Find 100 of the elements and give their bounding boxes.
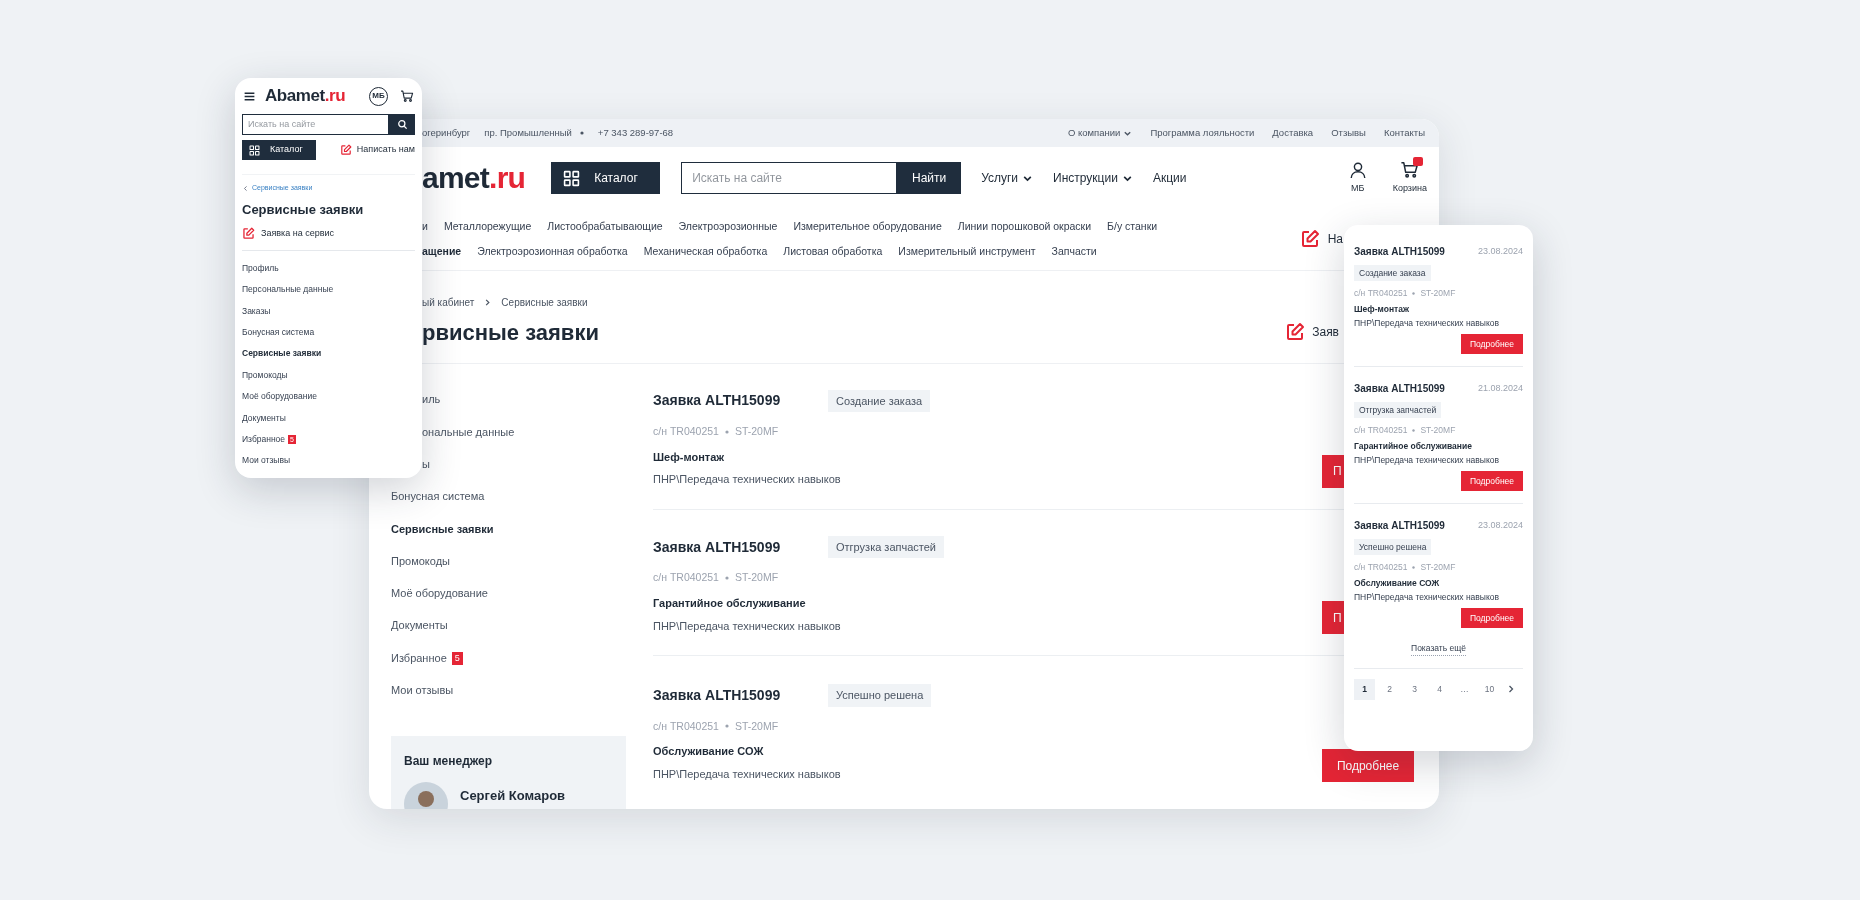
search-button[interactable] bbox=[389, 114, 415, 135]
menu-item[interactable]: Мои отзывы bbox=[242, 454, 291, 468]
request-description: ПНР\Передача технических навыков bbox=[1354, 454, 1501, 466]
top-bar-text: огеринбург bbox=[422, 125, 471, 140]
details-button[interactable]: П bbox=[1322, 601, 1344, 634]
top-bar-link[interactable]: Контакты bbox=[1383, 125, 1425, 141]
details-button[interactable]: Подробнее bbox=[1461, 471, 1523, 491]
breadcrumb-link[interactable]: ый кабинет bbox=[422, 294, 475, 310]
serial-number: с/н TR040251 bbox=[653, 718, 719, 734]
bullet-icon bbox=[724, 724, 729, 729]
category-link[interactable]: Электроэрозионная обработка bbox=[477, 243, 628, 260]
menu-item[interactable]: Избранное bbox=[242, 432, 286, 446]
menu-item[interactable]: Моё оборудование bbox=[242, 390, 317, 403]
details-button[interactable]: Подробнее bbox=[1322, 749, 1414, 783]
details-button[interactable]: Подробнее bbox=[1461, 334, 1523, 354]
category-link[interactable]: Механическая обработка bbox=[643, 243, 768, 260]
category-link[interactable]: Листовая обработка bbox=[783, 243, 883, 260]
write-us-link[interactable]: На bbox=[1299, 229, 1343, 250]
sidebar-item[interactable]: Бонусная система bbox=[391, 488, 485, 505]
sidebar-item[interactable]: Документы bbox=[391, 617, 448, 634]
menu-item[interactable]: Документы bbox=[242, 411, 286, 425]
cart-link[interactable]: Корзина bbox=[1392, 160, 1427, 196]
bullet-icon bbox=[1412, 291, 1416, 295]
menu-item[interactable]: Сервисные заявки bbox=[242, 347, 322, 361]
menu-item[interactable]: Персональные данные bbox=[242, 283, 334, 296]
sidebar-item[interactable]: Избранное bbox=[391, 649, 447, 667]
top-bar-link[interactable]: О компании bbox=[1068, 125, 1133, 141]
category-link[interactable]: ащение bbox=[422, 243, 462, 260]
catalog-button[interactable]: Каталог bbox=[242, 140, 316, 160]
edit-icon bbox=[1285, 322, 1306, 342]
request-description: ПНР\Передача технических навыков bbox=[1354, 317, 1501, 329]
search-button[interactable]: Найти bbox=[897, 162, 962, 194]
top-bar-link[interactable]: Программа лояльности bbox=[1150, 125, 1255, 141]
cart-icon[interactable] bbox=[400, 89, 414, 103]
sidebar-item[interactable]: Мои отзывы bbox=[391, 682, 454, 699]
request-title: Заявка ALTH15099 bbox=[653, 391, 782, 411]
search-field[interactable]: Искать на сайте bbox=[242, 114, 389, 135]
request-date: 23.08.2024 bbox=[1477, 244, 1523, 258]
nav-link[interactable]: Акции bbox=[1152, 169, 1187, 187]
search-field[interactable]: Искать на сайте bbox=[681, 162, 898, 194]
nav-link[interactable]: Инструкции bbox=[1053, 169, 1133, 187]
category-link[interactable]: Запчасти bbox=[1051, 243, 1097, 260]
status-badge: Отгрузка запчастей bbox=[1354, 402, 1442, 418]
chevron-right-icon[interactable] bbox=[1506, 684, 1516, 695]
sidebar-item[interactable]: Промокоды bbox=[391, 552, 450, 570]
chevron-right-icon bbox=[483, 297, 493, 307]
sidebar-item[interactable]: ы bbox=[422, 456, 430, 473]
category-link[interactable]: Линии порошковой окраски bbox=[957, 219, 1092, 235]
serial-number: с/н TR040251 bbox=[1354, 561, 1408, 573]
chevron-left-icon bbox=[242, 184, 249, 192]
catalog-button[interactable]: Каталог bbox=[551, 162, 661, 194]
details-button[interactable]: Подробнее bbox=[1461, 608, 1523, 628]
page-link[interactable]: 10 bbox=[1479, 678, 1500, 700]
serial-number: с/н TR040251 bbox=[653, 570, 719, 586]
user-icon bbox=[1348, 160, 1367, 179]
top-bar-link[interactable]: Доставка bbox=[1272, 125, 1314, 141]
category-link[interactable]: Измерительное оборудование bbox=[793, 219, 942, 235]
service-request-link[interactable]: Заяв bbox=[1285, 322, 1339, 342]
page-link[interactable]: … bbox=[1454, 678, 1475, 700]
breadcrumb-link[interactable]: Сервисные заявки bbox=[501, 294, 588, 310]
sidebar-item[interactable]: Моё оборудование bbox=[391, 585, 488, 602]
category-link[interactable]: Электроэрозионные bbox=[678, 219, 778, 235]
page-link[interactable]: 1 bbox=[1354, 678, 1375, 700]
top-bar-link[interactable]: Отзывы bbox=[1331, 125, 1366, 141]
category-link[interactable]: Металлорежущие bbox=[443, 219, 532, 235]
model-name: ST-20MF bbox=[734, 718, 779, 734]
category-link[interactable]: Б/у станки bbox=[1107, 219, 1158, 235]
bullet-icon bbox=[1412, 428, 1416, 432]
request-date: 21.08.2024 bbox=[1477, 381, 1523, 395]
logo[interactable]: amet.ru bbox=[422, 163, 526, 193]
request-title: Заявка ALTH15099 bbox=[1354, 382, 1445, 396]
search-icon bbox=[396, 119, 408, 130]
sidebar-item[interactable]: ональные данные bbox=[422, 423, 515, 441]
model-name: ST-20MF bbox=[1420, 287, 1456, 299]
page-link[interactable]: 4 bbox=[1429, 678, 1450, 700]
nav-link[interactable]: Услуги bbox=[981, 169, 1034, 187]
write-us-link[interactable]: Написать нам bbox=[339, 143, 415, 157]
page-link[interactable]: 3 bbox=[1404, 678, 1425, 700]
service-request-link[interactable]: Заявка на сервис bbox=[242, 227, 415, 241]
menu-item[interactable]: Промокоды bbox=[242, 368, 288, 382]
show-more-link[interactable]: Показать ещё bbox=[1411, 642, 1466, 656]
menu-item[interactable]: Бонусная система bbox=[242, 326, 315, 339]
serial-number: с/н TR040251 bbox=[1354, 287, 1408, 299]
menu-item[interactable]: Профиль bbox=[242, 261, 279, 275]
sidebar-item[interactable]: Сервисные заявки bbox=[391, 520, 494, 538]
category-link[interactable]: Листообрабатывающие bbox=[547, 219, 663, 235]
sidebar-item[interactable]: иль bbox=[422, 391, 441, 408]
account-link[interactable]: МБ bbox=[1348, 160, 1367, 196]
page-title: рвисные заявки bbox=[422, 318, 599, 347]
status-badge: Создание заказа bbox=[828, 389, 931, 412]
grid-icon bbox=[563, 169, 581, 187]
category-link[interactable]: Измерительный инструмент bbox=[898, 243, 1036, 260]
service-type: Шеф-монтаж bbox=[1354, 303, 1410, 315]
category-link[interactable]: и bbox=[422, 219, 428, 235]
menu-item[interactable]: Заказы bbox=[242, 304, 271, 318]
details-button[interactable]: П bbox=[1322, 454, 1344, 488]
serial-number: с/н TR040251 bbox=[653, 424, 719, 439]
logo[interactable]: Abamet.ru bbox=[265, 83, 346, 109]
model-name: ST-20MF bbox=[734, 570, 779, 586]
page-link[interactable]: 2 bbox=[1379, 678, 1400, 700]
